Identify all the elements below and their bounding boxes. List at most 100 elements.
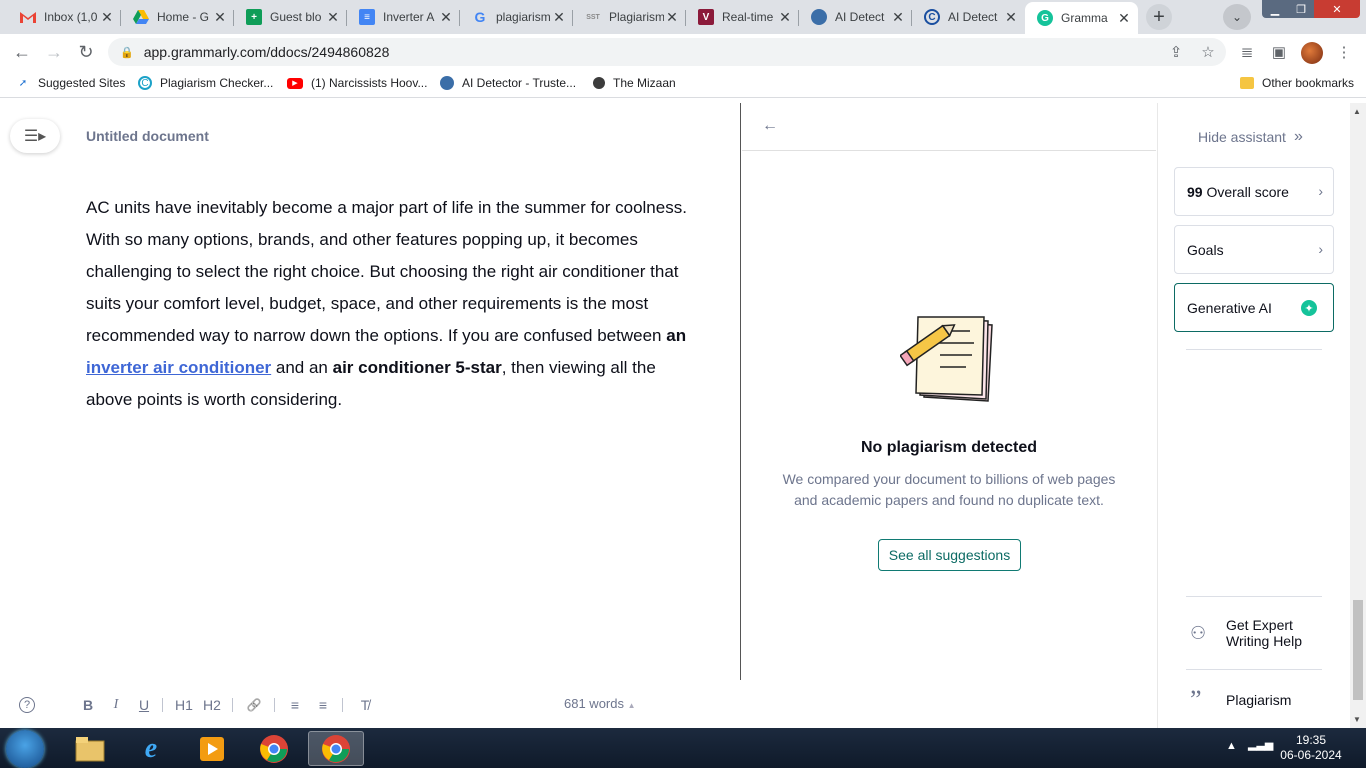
back-button[interactable]: ← [10,40,34,64]
forward-button[interactable]: → [42,40,66,64]
hide-assistant-button[interactable]: Hide assistant » [1198,128,1303,146]
tab-docs[interactable]: ≡ Inverter A ✕ [347,2,460,32]
bookmark-label: AI Detector - Truste... [462,76,577,90]
toolbar-separator [274,698,275,712]
scroll-down-icon[interactable]: ▼ [1353,715,1361,724]
minimize-button[interactable]: ▁ [1262,0,1288,18]
other-bookmarks[interactable]: Other bookmarks [1240,76,1354,90]
close-tab-icon[interactable]: ✕ [99,9,115,26]
new-tab-button[interactable]: + [1146,4,1172,30]
body-text: and an [271,358,333,377]
tab-ai-detector-2[interactable]: C AI Detect ✕ [912,2,1025,32]
bookmark-suggested-sites[interactable]: ➚ Suggested Sites [16,76,126,90]
share-icon[interactable]: ⇪ [1166,42,1186,62]
tab-gmail[interactable]: Inbox (1,0 ✕ [8,2,121,32]
inverter-link[interactable]: inverter air conditioner [86,358,271,377]
docs-icon: ≡ [359,9,375,25]
generative-ai-card[interactable]: Generative AI ✦ [1174,283,1334,332]
media-player-icon[interactable] [184,731,240,766]
scrollbar-thumb[interactable] [1353,600,1363,700]
document-title[interactable]: Untitled document [86,128,209,144]
page-scrollbar[interactable]: ▲ ▼ [1350,103,1366,728]
heading1-button[interactable]: H1 [174,694,194,716]
explorer-icon[interactable] [62,731,118,766]
close-window-button[interactable]: ✕ [1314,0,1360,18]
expert-writing-help-button[interactable]: ⚇ Get Expert Writing Help [1190,617,1326,649]
tab-ai-detector-1[interactable]: AI Detect ✕ [799,2,912,32]
close-tab-icon[interactable]: ✕ [890,9,906,26]
app-icon: V [698,9,714,25]
clock-date: 06-06-2024 [1280,748,1342,762]
windows-taskbar: e ▲ ▂▃▅ 19:35 06-06-2024 [0,728,1366,768]
heading2-button[interactable]: H2 [202,694,222,716]
profile-avatar[interactable] [1301,42,1323,64]
bulleted-list-icon[interactable]: ≡ [314,694,332,716]
toolbar-separator [342,698,343,712]
address-bar[interactable]: 🔒 app.grammarly.com/ddocs/2494860828 [108,38,1226,66]
chrome-icon[interactable] [246,731,302,766]
document-menu-button[interactable]: ☰▸ [10,119,60,153]
word-count-text: 681 words [564,696,624,711]
close-tab-icon[interactable]: ✕ [212,9,228,26]
tab-title: AI Detect [835,10,885,24]
close-tab-icon[interactable]: ✕ [777,9,793,26]
close-tab-icon[interactable]: ✕ [438,9,454,26]
tab-search-button[interactable]: ⌄ [1223,4,1251,30]
see-all-suggestions-button[interactable]: See all suggestions [878,539,1021,571]
caret-up-icon: ▲ [627,701,636,710]
format-toolbar: ? B I U H1 H2 🔗 ≡ ≡ T̸ 681 words ▲ [0,692,741,718]
bookmark-mizaan[interactable]: The Mizaan [593,76,676,90]
tab-sheets[interactable]: + Guest blo ✕ [234,2,347,32]
bookmark-label: Plagiarism Checker... [160,76,274,90]
tab-real-time[interactable]: V Real-time ✕ [686,2,799,32]
start-button[interactable] [6,730,44,768]
tab-drive[interactable]: Home - G ✕ [121,2,234,32]
tab-title: plagiarism [496,10,551,24]
tab-title: Gramma [1061,11,1108,25]
goals-card[interactable]: Goals › [1174,225,1334,274]
back-arrow-icon[interactable]: ← [762,117,778,135]
scroll-up-icon[interactable]: ▲ [1353,107,1361,116]
plagiarism-button[interactable]: ” Plagiarism [1190,687,1291,713]
bold-button[interactable]: B [80,694,96,716]
italic-button[interactable]: I [108,694,124,716]
numbered-list-icon[interactable]: ≡ [286,694,304,716]
sheets-icon: + [246,9,262,25]
underline-button[interactable]: U [136,694,152,716]
tab-grammarly[interactable]: G Gramma ✕ [1025,2,1138,34]
tray-arrow-icon[interactable]: ▲ [1226,740,1237,752]
word-count[interactable]: 681 words ▲ [564,696,636,711]
overall-score-card[interactable]: 99 Overall score › [1174,167,1334,216]
chrome-active-icon[interactable] [308,731,364,766]
double-chevron-right-icon: » [1293,128,1303,145]
maximize-button[interactable]: ❐ [1288,0,1314,18]
bookmark-youtube[interactable]: ▶ (1) Narcissists Hoov... [287,76,427,90]
tab-google-search[interactable]: G plagiarism ✕ [460,2,573,32]
document-editor: ☰▸ Untitled document AC units have inevi… [0,103,741,728]
close-tab-icon[interactable]: ✕ [325,9,341,26]
bold-text: air conditioner 5-star [332,358,502,377]
bookmark-plagiarism-checker[interactable]: C Plagiarism Checker... [138,76,273,90]
close-tab-icon[interactable]: ✕ [551,9,567,26]
tab-sst-plagiarism[interactable]: SST Plagiarism ✕ [573,2,686,32]
close-tab-icon[interactable]: ✕ [664,9,680,26]
reading-list-icon[interactable]: ≣ [1237,42,1257,62]
bookmark-star-icon[interactable]: ☆ [1198,42,1218,62]
result-title: No plagiarism detected [860,439,1038,456]
system-clock[interactable]: 19:35 06-06-2024 [1276,733,1346,763]
clear-formatting-icon[interactable]: T̸ [356,694,374,716]
side-panel-icon[interactable]: ▣ [1269,42,1289,62]
document-body[interactable]: AC units have inevitably become a major … [86,192,701,416]
help-icon[interactable]: ? [19,697,35,713]
ai-detector-icon [811,9,827,25]
bookmark-ai-detector[interactable]: AI Detector - Truste... [440,76,576,90]
link-icon[interactable]: 🔗 [244,694,264,716]
clock-time: 19:35 [1295,733,1327,747]
reload-button[interactable]: ↻ [74,40,98,64]
close-tab-icon[interactable]: ✕ [1003,9,1019,26]
internet-explorer-icon[interactable]: e [123,731,179,766]
signal-icon[interactable]: ▂▃▅ [1248,738,1273,751]
plagiarism-checker-icon: C [138,76,152,90]
menu-dots-icon[interactable]: ⋮ [1334,42,1354,62]
close-tab-icon[interactable]: ✕ [1116,10,1132,27]
